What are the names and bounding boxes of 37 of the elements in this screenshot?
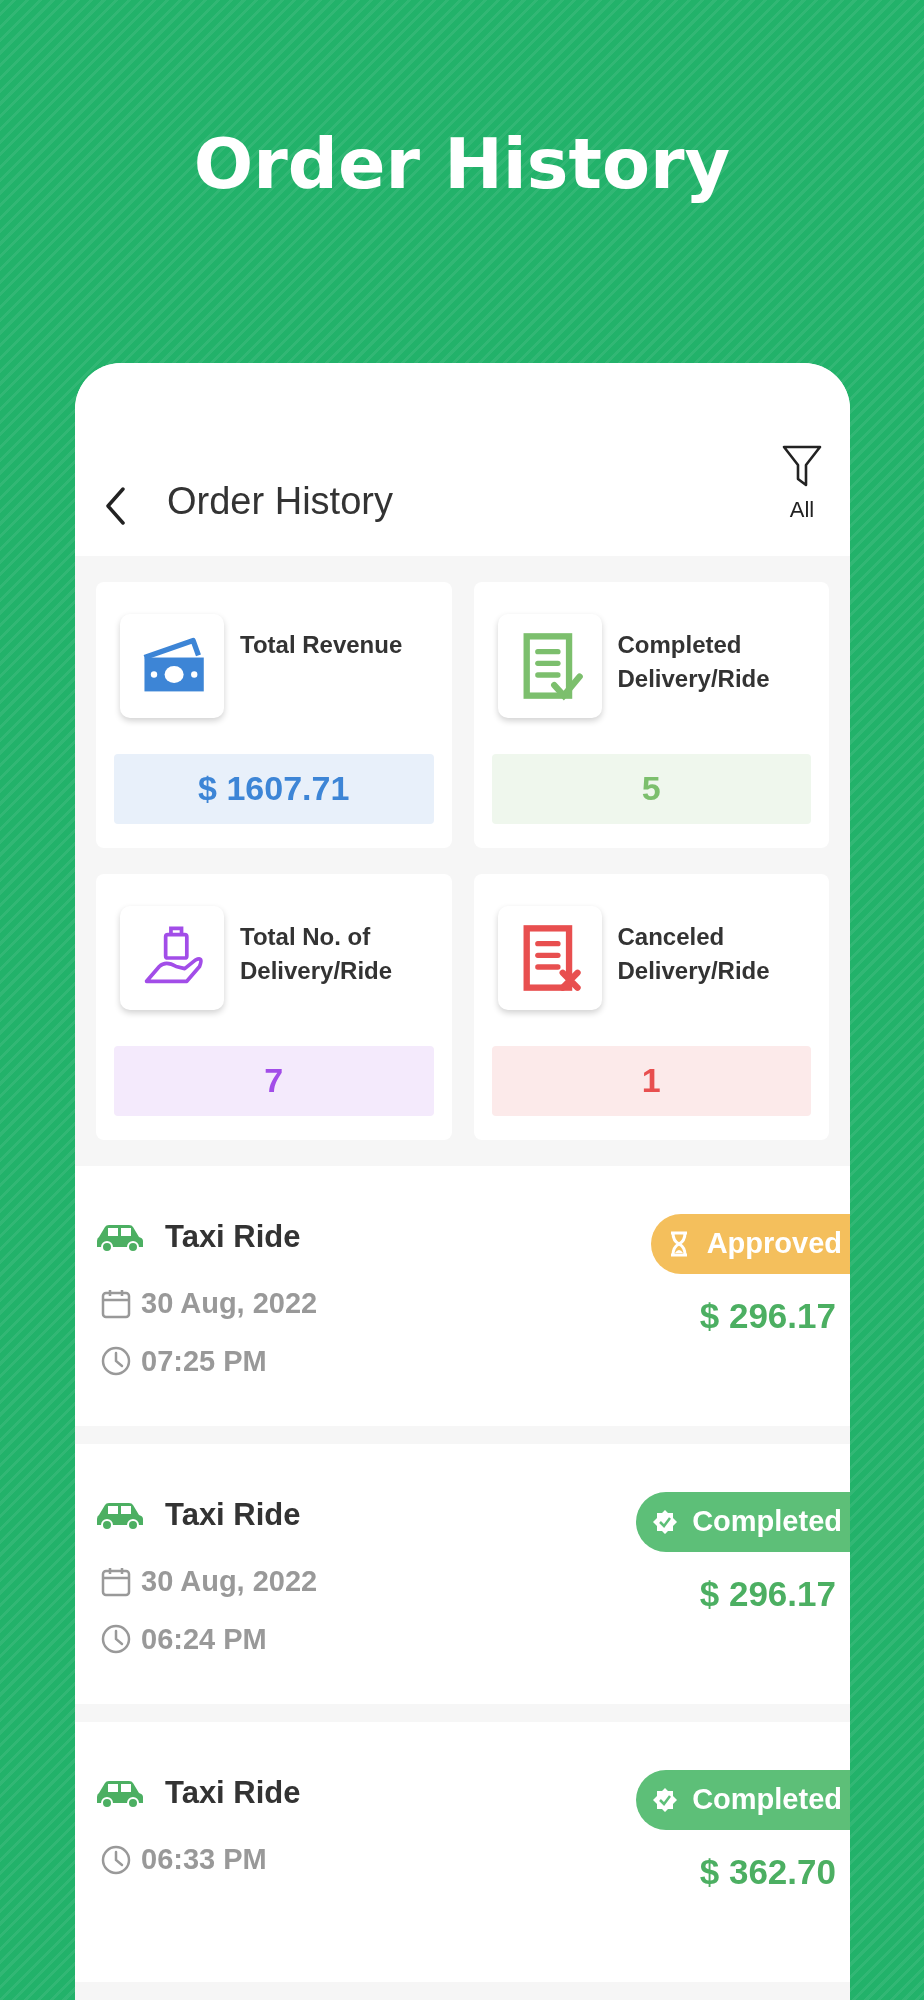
calendar-icon	[101, 1566, 131, 1598]
calendar-icon	[101, 1288, 131, 1320]
stat-label: Canceled Delivery/Ride	[617, 921, 771, 987]
order-time: 06:24 PM	[141, 1621, 267, 1657]
filter-icon	[782, 444, 822, 487]
status-badge: Completed	[636, 1491, 850, 1552]
back-icon[interactable]	[103, 485, 127, 526]
order-card[interactable]: Taxi Ride 30 Aug, 2022 06:24 PM Completed $ 296.17	[75, 1443, 850, 1704]
order-price: $ 296.17	[699, 1294, 836, 1337]
status-badge: Completed	[636, 1769, 850, 1830]
check-badge-icon	[652, 1786, 679, 1813]
stat-value: 5	[491, 753, 811, 824]
clock-icon	[101, 1845, 131, 1876]
order-card[interactable]: Taxi Ride 30 Aug, 2022 07:25 PM Approved $ 296.17	[75, 1165, 850, 1426]
stat-value: 7	[114, 1045, 434, 1116]
clock-icon	[101, 1346, 131, 1377]
stat-value: 1	[491, 1045, 811, 1116]
order-title: Taxi Ride	[165, 1495, 301, 1534]
status-badge: Approved	[650, 1213, 850, 1274]
stat-label: Total Revenue	[240, 629, 403, 660]
order-card[interactable]: Taxi Ride 06:33 PM Completed $ 362.70	[75, 1721, 850, 1982]
headline: Order History	[193, 126, 731, 203]
order-time: 07:25 PM	[141, 1343, 267, 1379]
page-title: Order History	[167, 481, 393, 520]
clock-icon	[101, 1624, 131, 1655]
stat-label: Total No. of Delivery/Ride	[240, 921, 394, 987]
check-badge-icon	[652, 1508, 679, 1535]
filter-button[interactable]: All	[782, 444, 822, 526]
order-price: $ 296.17	[699, 1572, 836, 1615]
order-date: 30 Aug, 2022	[141, 1564, 318, 1600]
order-title: Taxi Ride	[165, 1773, 301, 1812]
order-time: 06:33 PM	[141, 1842, 267, 1878]
stat-value: $ 1607.71	[114, 753, 434, 824]
order-date: 30 Aug, 2022	[141, 1286, 318, 1322]
order-title: Taxi Ride	[165, 1217, 301, 1256]
stat-label: Completed Delivery/Ride	[617, 629, 771, 695]
order-price: $ 362.70	[699, 1850, 836, 1893]
